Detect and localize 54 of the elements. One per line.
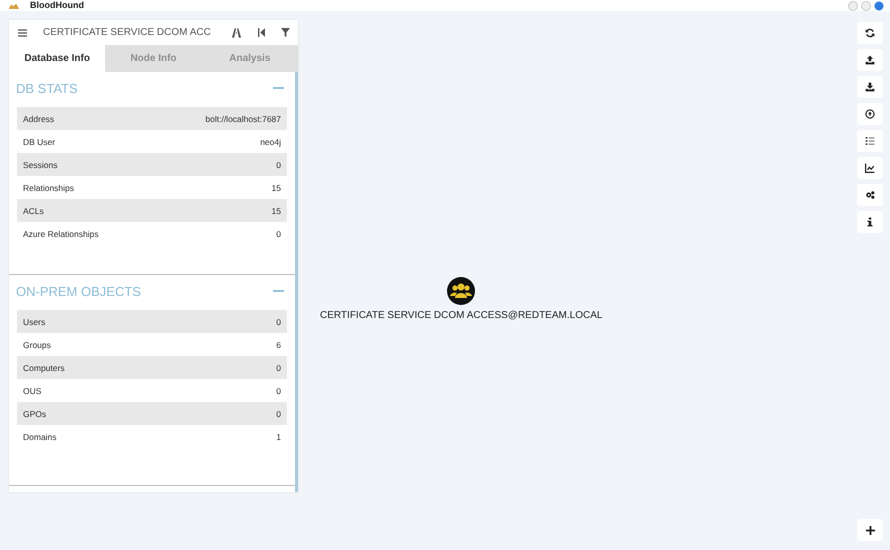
minus-icon [273,290,284,292]
upload-icon [865,55,875,65]
download-icon [865,82,875,92]
app-logo-icon [8,2,20,10]
minus-icon [273,87,284,89]
upload-button[interactable] [857,49,883,71]
stat-value: 15 [272,182,281,192]
stat-label: GPOs [23,408,46,418]
back-icon [258,28,265,37]
arrow-circle-icon [865,109,875,119]
stat-value: 0 [276,316,281,326]
section-title: ON-PREM OBJECTS [16,284,141,298]
stat-value: 0 [276,160,281,170]
info-icon [865,217,875,227]
stat-label: DB User [23,136,56,146]
stat-value: 0 [276,362,281,372]
stat-value: 0 [276,386,281,396]
stat-value: neo4j [260,136,281,146]
refresh-icon [865,28,875,38]
stat-label: Sessions [23,160,58,170]
stat-label: OUS [23,386,42,396]
stat-value: 0 [276,228,281,238]
refresh-button[interactable] [857,22,883,44]
line-chart-icon [865,163,875,173]
group-node-icon [447,277,476,305]
info-button[interactable] [857,211,883,233]
plus-icon [866,526,874,534]
node-label: CERTIFICATE SERVICE DCOM ACCESS@REDTEAM.LOCAL [320,310,602,321]
stat-value: 6 [276,340,281,350]
stat-label: Users [23,316,46,326]
stat-value: 15 [272,206,281,216]
queries-button[interactable] [857,130,883,152]
stat-label: Domains [23,432,57,442]
path-finding-icon [231,28,242,38]
window-title: BloodHound [30,1,84,10]
zoom-in-button[interactable] [857,519,883,541]
stat-label: Computers [23,362,65,372]
menu-icon [18,28,27,36]
stat-value: bolt://localhost:7687 [205,114,281,124]
stats-button[interactable] [857,157,883,179]
scrollbar[interactable] [295,72,298,492]
stat-value: 1 [276,432,281,442]
stat-value: 0 [276,408,281,418]
import-button[interactable] [857,103,883,125]
settings-button[interactable] [857,184,883,206]
stat-label: Address [23,114,54,124]
stat-label: Relationships [23,182,74,192]
export-button[interactable] [857,76,883,98]
list-icon [865,136,875,146]
stat-label: Azure Relationships [23,228,99,238]
section-title: DB STATS [16,80,78,96]
stat-label: Groups [23,340,51,350]
filter-icon [281,28,290,37]
stat-label: ACLs [23,206,44,216]
